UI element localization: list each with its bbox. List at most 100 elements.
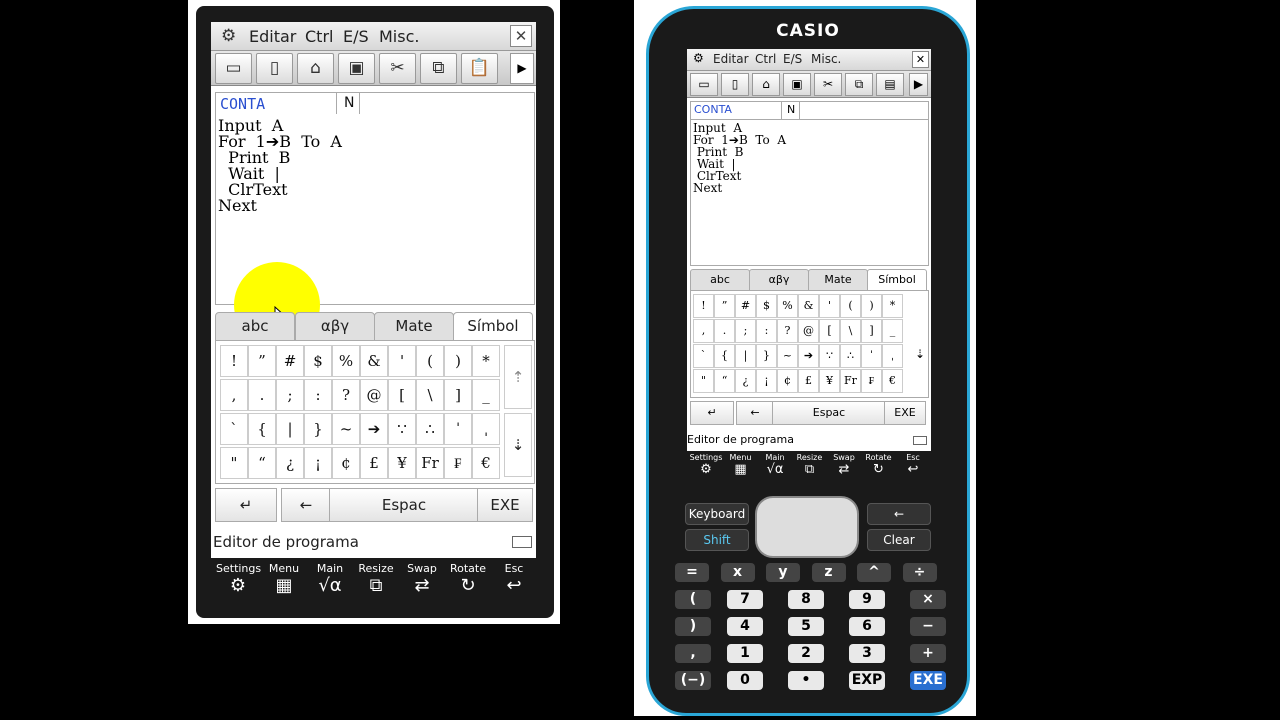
keypad-key[interactable]: ( <box>675 590 711 609</box>
scroll-down-icon[interactable]: ⇣ <box>504 413 532 477</box>
symbol-key[interactable]: \ <box>416 379 444 411</box>
symbol-key[interactable]: ∴ <box>416 413 444 445</box>
swap-button[interactable]: Swap ⇄ <box>400 562 444 597</box>
keypad-key[interactable]: EXP <box>849 671 885 690</box>
settings-button[interactable]: Settings ⚙ <box>216 562 261 597</box>
keypad-key[interactable]: EXE <box>910 671 946 690</box>
keypad-key[interactable]: 4 <box>727 617 763 636</box>
symbol-key[interactable]: . <box>248 379 276 411</box>
keypad-key[interactable]: • <box>788 671 824 690</box>
symbol-key[interactable]: “ <box>248 447 276 479</box>
symbol-key[interactable]: ¥ <box>388 447 416 479</box>
program-editor[interactable]: Input A For 1➔B To A Print B Wait | ClrT… <box>215 114 535 348</box>
keypad-key[interactable]: 7 <box>727 590 763 609</box>
close-icon[interactable]: ✕ <box>510 25 532 47</box>
symbol-key[interactable]: & <box>360 345 388 377</box>
keypad-key[interactable]: ) <box>675 617 711 636</box>
keypad-key[interactable]: 2 <box>788 644 824 663</box>
symbol-key[interactable]: ¢ <box>332 447 360 479</box>
save-icon[interactable]: ▣ <box>338 53 375 84</box>
gear-icon[interactable]: ⚙ <box>221 26 236 46</box>
symbol-key[interactable]: ∵ <box>388 413 416 445</box>
keypad-key[interactable]: 1 <box>727 644 763 663</box>
computer-icon[interactable]: ▭ <box>215 53 252 84</box>
menu-button[interactable]: Menu ▦ <box>262 562 306 597</box>
symbol-key[interactable]: , <box>220 379 248 411</box>
keypad-key[interactable]: z <box>811 563 846 582</box>
keypad-key[interactable]: , <box>675 644 711 663</box>
keypad-key[interactable]: 0 <box>727 671 763 690</box>
keypad-key[interactable]: y <box>766 563 800 582</box>
keypad-key[interactable]: (−) <box>675 671 711 690</box>
keypad-key[interactable]: 8 <box>788 590 824 609</box>
main-button[interactable]: Main √α <box>308 562 352 597</box>
symbol-key[interactable]: ) <box>444 345 472 377</box>
symbol-key[interactable]: ~ <box>332 413 360 445</box>
symbol-key[interactable]: ! <box>220 345 248 377</box>
symbol-key[interactable]: @ <box>360 379 388 411</box>
symbol-key[interactable]: ¡ <box>304 447 332 479</box>
tab-simbol[interactable]: Símbol <box>453 312 533 340</box>
new-file-icon[interactable]: ▯ <box>256 53 293 84</box>
keypad-key[interactable]: ÷ <box>902 563 937 582</box>
symbol-key[interactable]: [ <box>388 379 416 411</box>
copy-icon[interactable]: ⧉ <box>420 53 457 84</box>
menu-editar[interactable]: Editar <box>249 27 296 46</box>
symbol-key[interactable]: % <box>332 345 360 377</box>
symbol-key[interactable]: ? <box>332 379 360 411</box>
symbol-key[interactable]: ( <box>416 345 444 377</box>
open-folder-icon[interactable]: ⌂ <box>297 53 334 84</box>
symbol-key[interactable]: " <box>220 447 248 479</box>
keypad-key[interactable]: 9 <box>849 590 885 609</box>
symbol-key[interactable]: ˌ <box>472 413 500 445</box>
keypad-key[interactable]: 3 <box>849 644 885 663</box>
keypad-key[interactable]: = <box>675 563 709 582</box>
symbol-key[interactable]: ¿ <box>276 447 304 479</box>
menu-es[interactable]: E/S <box>343 27 369 46</box>
symbol-key[interactable]: € <box>472 447 500 479</box>
symbol-key[interactable]: ” <box>248 345 276 377</box>
esc-button[interactable]: Esc ↩ <box>492 562 536 597</box>
tab-mate[interactable]: Mate <box>374 312 454 341</box>
scroll-up-icon[interactable]: ⇡ <box>504 345 532 409</box>
symbol-key[interactable]: _ <box>472 379 500 411</box>
exe-key[interactable]: EXE <box>477 488 533 522</box>
symbol-key[interactable]: Fr <box>416 447 444 479</box>
keypad-key[interactable]: × <box>910 590 946 609</box>
symbol-key[interactable]: ₣ <box>444 447 472 479</box>
symbol-key[interactable]: ' <box>388 345 416 377</box>
keypad-key[interactable]: x <box>720 563 755 582</box>
resize-button[interactable]: Resize ⧉ <box>354 562 398 597</box>
menu-misc[interactable]: Misc. <box>379 27 419 46</box>
symbol-key[interactable]: : <box>304 379 332 411</box>
symbol-key[interactable]: ` <box>220 413 248 445</box>
symbol-key[interactable]: | <box>276 413 304 445</box>
paste-icon[interactable]: 📋 <box>461 53 498 84</box>
symbol-keyboard: ⇡ ⇣ !” # $% & '() *,.;:? @[\] _ `{|} ~ ➔ ∵ ∴ ˈ ˌ " “¿ ¡ ¢ £… <box>215 340 535 484</box>
keypad-key[interactable]: 5 <box>788 617 824 636</box>
symbol-key[interactable]: ] <box>444 379 472 411</box>
backspace-icon[interactable]: ← <box>281 488 331 522</box>
symbol-key[interactable]: ˈ <box>444 413 472 445</box>
keypad-key[interactable]: − <box>910 617 946 636</box>
cut-icon[interactable]: ✂ <box>379 53 416 84</box>
symbol-key[interactable]: ➔ <box>360 413 388 445</box>
toolbar-more-icon[interactable]: ▶ <box>510 53 534 84</box>
symbol-key[interactable]: $ <box>304 345 332 377</box>
tab-greek[interactable]: αβγ <box>295 312 375 341</box>
space-key[interactable]: Espac <box>329 488 479 522</box>
symbol-key[interactable]: £ <box>360 447 388 479</box>
symbol-key[interactable]: * <box>472 345 500 377</box>
menu-ctrl[interactable]: Ctrl <box>305 27 333 46</box>
symbol-key[interactable]: { <box>248 413 276 445</box>
symbol-key[interactable]: ; <box>276 379 304 411</box>
rotate-button[interactable]: Rotate ↻ <box>446 562 490 597</box>
enter-icon[interactable]: ↵ <box>215 488 277 522</box>
status-bar: Editor de programa <box>211 531 536 555</box>
tab-abc[interactable]: abc <box>215 312 295 341</box>
keypad-key[interactable]: + <box>910 644 946 663</box>
keypad-key[interactable]: ^ <box>857 563 891 582</box>
symbol-key[interactable]: } <box>304 413 332 445</box>
keypad-key[interactable]: 6 <box>849 617 885 636</box>
symbol-key[interactable]: # <box>276 345 304 377</box>
